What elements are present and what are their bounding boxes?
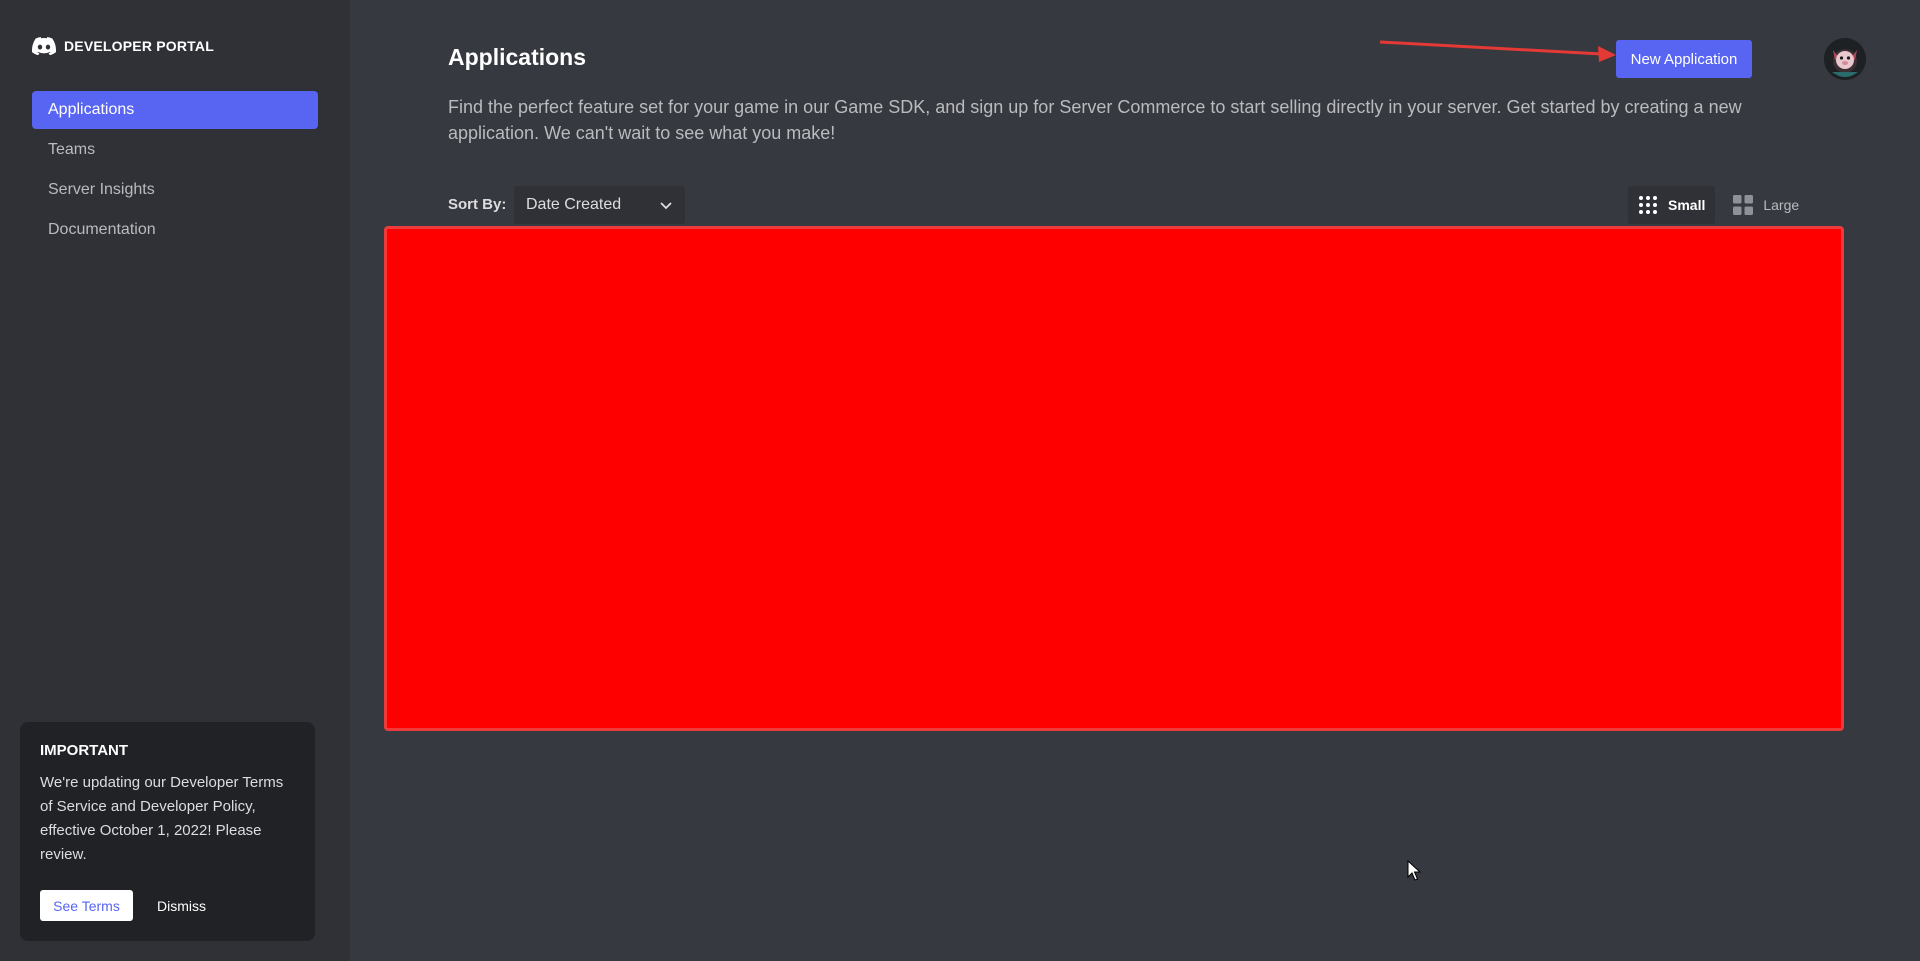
- notice-body: We're updating our Developer Terms of Se…: [40, 774, 284, 863]
- sidebar-item-documentation[interactable]: Documentation: [32, 211, 318, 249]
- redacted-applications-grid: [384, 226, 1844, 731]
- mouse-cursor-icon: [1407, 860, 1421, 881]
- sort-by-label: Sort By:: [448, 196, 507, 213]
- brand[interactable]: DEVELOPER PORTAL: [32, 36, 214, 56]
- discord-logo-icon: [32, 37, 56, 55]
- sidebar-item-applications[interactable]: Applications: [32, 91, 318, 129]
- small-grid-icon: [1639, 196, 1657, 214]
- dismiss-button[interactable]: Dismiss: [157, 898, 206, 914]
- view-large-button[interactable]: Large: [1723, 186, 1809, 224]
- sidebar-item-teams[interactable]: Teams: [32, 131, 318, 169]
- new-application-button[interactable]: New Application: [1616, 40, 1752, 78]
- notice-title: IMPORTANT: [40, 742, 129, 759]
- large-grid-icon: [1733, 195, 1754, 215]
- sort-by-value: Date Created: [526, 196, 622, 213]
- annotation-arrow-icon: [1379, 40, 1616, 62]
- see-terms-button[interactable]: See Terms: [40, 890, 133, 921]
- brand-label: DEVELOPER PORTAL: [64, 38, 214, 54]
- sidebar: DEVELOPER PORTAL Applications Teams Serv…: [0, 0, 350, 961]
- view-small-label: Small: [1668, 197, 1706, 213]
- view-size-toggle: Small Large: [1628, 186, 1809, 224]
- chevron-down-icon: [660, 202, 672, 210]
- notice-actions: See Terms Dismiss: [40, 890, 206, 921]
- sort-by-select[interactable]: Date Created: [514, 186, 685, 224]
- sidebar-nav: Applications Teams Server Insights Docum…: [32, 91, 318, 249]
- main-content: Applications New Application Find the pe…: [350, 0, 1920, 961]
- view-small-button[interactable]: Small: [1628, 186, 1716, 224]
- sidebar-item-server-insights[interactable]: Server Insights: [32, 171, 318, 209]
- app-window: DEVELOPER PORTAL Applications Teams Serv…: [0, 0, 1920, 961]
- page-title: Applications: [448, 44, 587, 70]
- important-notice: IMPORTANT We're updating our Developer T…: [20, 722, 315, 941]
- user-avatar-icon: [1824, 38, 1866, 80]
- view-large-label: Large: [1763, 197, 1800, 213]
- avatar[interactable]: [1824, 38, 1866, 80]
- page-description: Find the perfect feature set for your ga…: [448, 97, 1742, 143]
